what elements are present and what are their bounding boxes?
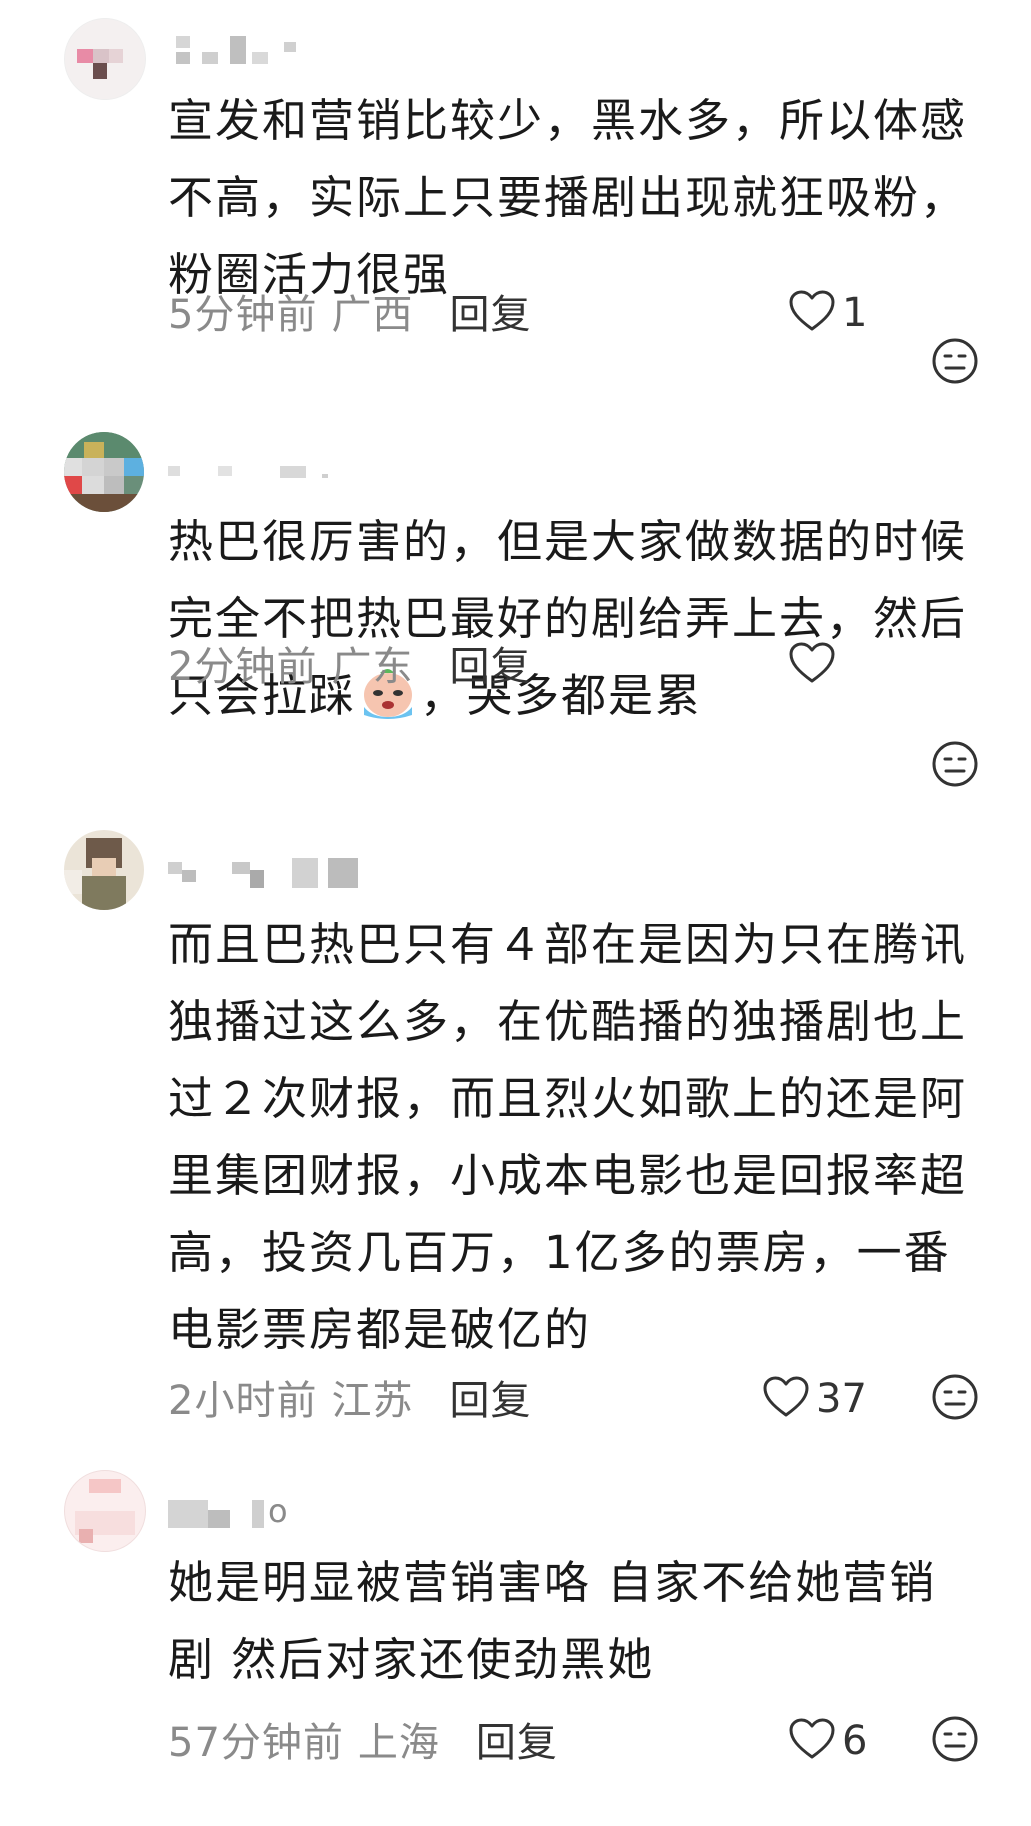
comment-text: 她是明显被营销害咯 自家不给她营销剧 然后对家还使劲黑她 [168, 1556, 937, 1686]
neutral-face-icon [930, 338, 980, 390]
comment-region: 江苏 [331, 1378, 414, 1424]
dislike-button[interactable] [930, 336, 980, 386]
username-blurred[interactable]: o [168, 1492, 368, 1530]
like-button[interactable]: 37 [762, 1371, 867, 1427]
like-button[interactable]: 1 [788, 285, 867, 341]
neutral-face-icon [930, 741, 980, 793]
avatar[interactable] [64, 830, 144, 910]
dislike-button[interactable] [930, 1714, 980, 1764]
avatar[interactable] [64, 18, 146, 100]
username-blurred[interactable] [168, 30, 368, 64]
dislike-button[interactable] [930, 739, 980, 789]
comment-text: 宣发和营销比较少，黑水多，所以体感不高，实际上只要播剧出现就狂吸粉，粉圈活力很强 [168, 94, 968, 301]
username-visible-fragment: o [268, 1492, 288, 1530]
username-blurred[interactable] [168, 460, 368, 490]
comment-region: 上海 [357, 1720, 440, 1766]
heart-outline-icon [788, 641, 836, 689]
like-count: 1 [842, 290, 868, 336]
comment-meta: 57分钟前 上海 回复 [168, 1710, 558, 1768]
like-count: 6 [842, 1718, 868, 1764]
comment-meta: 2分钟前 广东 回复 [168, 634, 531, 692]
comment-time: 57分钟前 [168, 1720, 344, 1766]
like-button[interactable]: 6 [788, 1713, 867, 1769]
heart-outline-icon [788, 1717, 836, 1765]
avatar[interactable] [64, 1470, 146, 1552]
comment-meta: 2小时前 江苏 回复 [168, 1368, 531, 1426]
avatar[interactable] [64, 432, 144, 512]
comment-text: 而且巴热巴只有４部在是因为只在腾讯独播过这么多，在优酷播的独播剧也上过２次财报，… [168, 918, 968, 1356]
comment-time: 2分钟前 [168, 644, 318, 690]
reply-button[interactable]: 回复 [449, 282, 531, 340]
heart-outline-icon [762, 1375, 810, 1423]
comment-region: 广西 [331, 292, 414, 338]
comment-time: 2小时前 [168, 1378, 318, 1424]
like-count: 37 [816, 1376, 867, 1422]
comment-meta: 5分钟前 广西 回复 [168, 282, 531, 340]
neutral-face-icon [930, 1716, 980, 1768]
reply-button[interactable]: 回复 [476, 1710, 558, 1768]
heart-outline-icon [788, 289, 836, 337]
neutral-face-icon [930, 1374, 980, 1426]
username-blurred[interactable] [168, 856, 368, 888]
comment-region: 广东 [331, 644, 414, 690]
comment-text: 热巴很厉害的，但是大家做数据的时候完全不把热巴最好的剧给弄上去，然后只会拉踩 ，哭… [168, 503, 968, 734]
reply-button[interactable]: 回复 [449, 1368, 531, 1426]
reply-button[interactable]: 回复 [449, 634, 531, 692]
like-button[interactable] [788, 637, 842, 693]
dislike-button[interactable] [930, 1372, 980, 1422]
comment-time: 5分钟前 [168, 292, 318, 338]
